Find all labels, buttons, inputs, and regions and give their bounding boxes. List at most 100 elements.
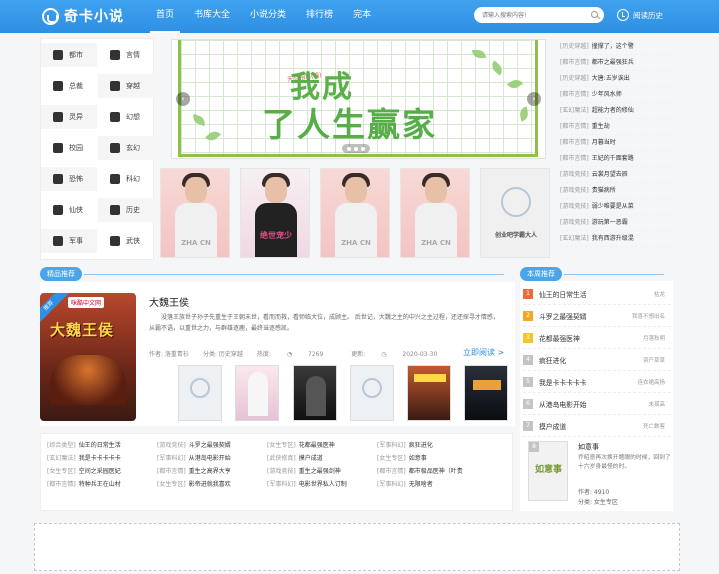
site-logo[interactable]: 奇卡小说	[42, 6, 124, 26]
banner-carousel[interactable]: 天尽相思(篇) 我成 了人生赢家 ‹ ›	[171, 39, 546, 159]
mini-book-cover[interactable]	[235, 365, 279, 421]
news-item[interactable]: [历史穿越] 撞撑了，这个警	[560, 39, 673, 55]
news-item[interactable]: [都市言情] 都市之最强狂兵	[560, 55, 673, 71]
grid-book-link[interactable]: [武侠修真] 摸户成道	[261, 452, 371, 465]
mini-book-cover[interactable]	[407, 365, 451, 421]
category-item[interactable]: 军事	[41, 229, 97, 253]
grid-book-link[interactable]: [都市言情] 重生之高界大亨	[151, 465, 261, 478]
search-input[interactable]	[474, 7, 584, 23]
news-item[interactable]: [都市言情] 少年风水师	[560, 87, 673, 103]
mini-book-cover[interactable]	[464, 365, 508, 421]
banner-next-arrow-icon[interactable]: ›	[527, 92, 541, 106]
category-item[interactable]: 幻想	[98, 105, 154, 129]
nav-categories[interactable]: 小说分类	[244, 0, 292, 33]
grid-book-link[interactable]: [军事科幻] 从港岛电影开始	[151, 452, 261, 465]
book-cover[interactable]: 创业吧学霸大人	[480, 168, 550, 258]
book-cover[interactable]: ZHA CN	[160, 168, 230, 258]
category-item[interactable]: 玄幻	[98, 136, 154, 160]
news-item[interactable]: [历史穿越] 大唐:五岁诶出	[560, 71, 673, 87]
grid-tag: [军事科幻]	[267, 481, 296, 488]
reading-history-link[interactable]: 阅读历史	[617, 7, 663, 23]
news-item[interactable]: [游戏竞技] 云裳月望去辰	[560, 167, 673, 183]
mini-book-cover[interactable]	[178, 365, 222, 421]
category-item[interactable]: 校园	[41, 136, 97, 160]
category-label: 玄幻	[126, 144, 140, 152]
read-now-link[interactable]: 立即阅读 >	[463, 347, 504, 358]
news-item[interactable]: [游戏竞技] 贵猫病所	[560, 183, 673, 199]
carousel-dot[interactable]	[347, 146, 351, 151]
news-title: 撞撑了，这个警	[591, 43, 634, 50]
category-item[interactable]: 科幻	[98, 167, 154, 191]
book-cover[interactable]: 绝世宠少	[240, 168, 310, 258]
category-item[interactable]: 言情	[98, 43, 154, 67]
nav-completed[interactable]: 完本	[347, 0, 377, 33]
category-icon	[53, 50, 63, 60]
category-item[interactable]: 总裁	[41, 74, 97, 98]
rank-top-item[interactable]: 8 如意事 如意事 乔昭意再次换开题眼的时候，回到了十六岁身最怪的时。 作者: …	[523, 439, 671, 509]
cover-title-art	[473, 380, 501, 390]
featured-book-cover[interactable]: 推荐 咪酷中文网 大魏王侯	[40, 293, 136, 421]
grid-book-link[interactable]: [玄幻魔法] 我是卡卡卡卡卡	[41, 452, 151, 465]
grid-book-link[interactable]: [女生专区] 空间之采园医妃	[41, 465, 151, 478]
grid-book-link[interactable]: [女生专区] 影帝进就我喜欢	[151, 478, 261, 491]
nav-home[interactable]: 首页	[150, 0, 181, 33]
category-item[interactable]: 灵异	[41, 105, 97, 129]
rank-item[interactable]: 4 疯狂进化 资产草草	[523, 349, 671, 371]
nav-library[interactable]: 书库大全	[188, 0, 236, 33]
book-cover[interactable]: ZHA CN	[320, 168, 390, 258]
nav-ranking[interactable]: 排行榜	[300, 0, 339, 33]
news-item[interactable]: [都市言情] 王妃的千面套路	[560, 151, 673, 167]
grid-book-link[interactable]: [军事科幻] 疯狂进化	[371, 439, 481, 452]
grid-book-link[interactable]: [军事科幻] 无限啥者	[371, 478, 481, 491]
grid-title: 疯狂进化	[408, 442, 433, 449]
rank-item[interactable]: 3 花都最强医神 月落秋明	[523, 327, 671, 349]
rank-item[interactable]: 6 从港岛电影开始 未孤高	[523, 393, 671, 415]
grid-book-link[interactable]: [游戏竞技] 斗罗之最强契婿	[151, 439, 261, 452]
news-item[interactable]: [都市言情] 重生劫	[560, 119, 673, 135]
rank-number: 4	[523, 354, 533, 365]
news-item[interactable]: [玄幻魔法] 超能力者的修仙	[560, 103, 673, 119]
rank-top-cover[interactable]: 8 如意事	[528, 441, 568, 501]
news-item[interactable]: [游戏竞技] 弱少唯要是从菜	[560, 199, 673, 215]
top-header: 奇卡小说 首页 书库大全 小说分类 排行榜 完本 阅读历史	[0, 0, 719, 33]
rank-top-title[interactable]: 如意事	[578, 442, 599, 452]
rank-item[interactable]: 5 我是卡卡卡卡卡 连衣裙高扬	[523, 371, 671, 393]
news-item[interactable]: [都市言情] 月暮当时	[560, 135, 673, 151]
grid-book-link[interactable]: [游戏竞技] 重生之最强剑神	[261, 465, 371, 478]
category-label: 言情	[126, 51, 140, 59]
category-icon	[110, 81, 120, 91]
cover-figure	[415, 203, 457, 257]
news-item[interactable]: [玄幻魔法] 我有西游升级混	[560, 231, 673, 247]
carousel-dot[interactable]	[354, 146, 358, 151]
category-item[interactable]: 穿越	[98, 74, 154, 98]
category-label: 仙侠	[69, 206, 83, 214]
category-item[interactable]: 历史	[98, 198, 154, 222]
rank-item[interactable]: 1 仙王的日常生活 枯龙	[523, 283, 671, 305]
grid-book-link[interactable]: [都市言情] 特种兵王在山村	[41, 478, 151, 491]
mini-book-cover[interactable]	[293, 365, 337, 421]
carousel-dot[interactable]	[361, 146, 365, 151]
cover-figure	[425, 177, 447, 203]
featured-book-title[interactable]: 大魏王侯	[149, 294, 189, 309]
cover-row: ZHA CN 绝世宠少 ZHA CN ZHA CN 创业吧学霸大人	[158, 168, 553, 258]
book-cover[interactable]: ZHA CN	[400, 168, 470, 258]
search-icon[interactable]	[591, 11, 598, 18]
grid-book-link[interactable]: [女生专区] 花都最强医神	[261, 439, 371, 452]
rank-number: 1	[523, 288, 533, 299]
category-item[interactable]: 仙侠	[41, 198, 97, 222]
grid-book-link[interactable]: [综合类型] 仙王的日常生活	[41, 439, 151, 452]
mini-book-cover[interactable]	[350, 365, 394, 421]
grid-tag: [军事科幻]	[377, 442, 406, 449]
grid-book-link[interactable]: [军事科幻] 电影世界私人订制	[261, 478, 371, 491]
grid-title: 我是卡卡卡卡卡	[78, 455, 121, 462]
news-item[interactable]: [游戏竞技] 游玩第一恶霸	[560, 215, 673, 231]
category-item[interactable]: 都市	[41, 43, 97, 67]
rank-item[interactable]: 7 摸户成道 死亡数客	[523, 415, 671, 437]
grid-book-link[interactable]: [都市言情] 都市极品医神（叶贵	[371, 465, 481, 478]
logo-text: 奇卡小说	[64, 9, 124, 25]
grid-book-link[interactable]: [女生专区] 如意事	[371, 452, 481, 465]
banner-prev-arrow-icon[interactable]: ‹	[176, 92, 190, 106]
category-item[interactable]: 武侠	[98, 229, 154, 253]
rank-item[interactable]: 2 斗罗之最强契婿 我喜不想出名	[523, 305, 671, 327]
category-item[interactable]: 恐怖	[41, 167, 97, 191]
